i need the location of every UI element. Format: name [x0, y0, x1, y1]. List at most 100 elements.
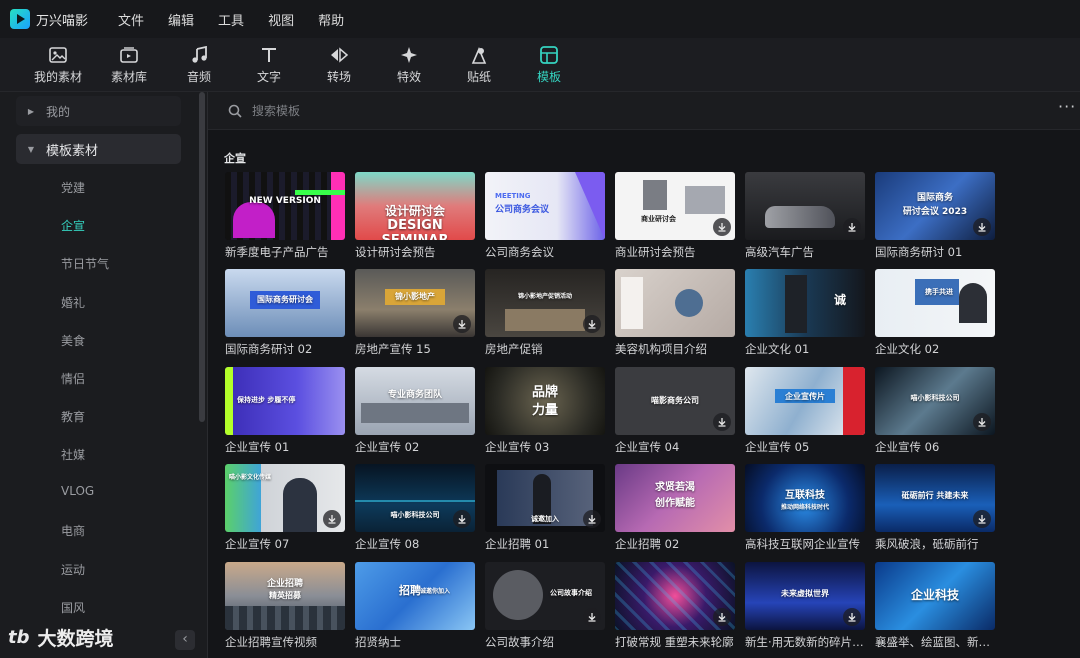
thumbnail-text: 企业科技	[910, 588, 959, 602]
sidebar-item-wedding[interactable]: 婚礼	[61, 294, 85, 311]
download-icon[interactable]	[583, 608, 601, 626]
image-icon	[48, 45, 68, 65]
sidebar-item-vlog[interactable]: VLOG	[61, 484, 94, 498]
sidebar-item-mine[interactable]: ▶ 我的	[16, 96, 181, 126]
sidebar-item-food[interactable]: 美食	[61, 332, 85, 349]
menu-tools[interactable]: 工具	[218, 10, 244, 29]
template-thumbnail: 专业商务团队	[355, 367, 475, 435]
thumbnail-text: 企业招聘	[266, 579, 303, 589]
section-title: 企宣	[224, 152, 246, 165]
download-icon[interactable]	[973, 413, 991, 431]
template-card[interactable]: 携手共进 企业文化 02	[875, 269, 995, 357]
tab-my-media-label: 我的素材	[33, 70, 82, 84]
download-icon[interactable]	[713, 413, 731, 431]
template-title: 国际商务研讨 01	[875, 245, 963, 259]
tab-my-media[interactable]: 我的素材	[22, 38, 94, 92]
template-card[interactable]: 求贤若渴 创作赋能 企业招聘 02	[615, 464, 735, 552]
template-title: 企业宣传 02	[355, 440, 420, 454]
collapse-sidebar-button[interactable]: ‹	[175, 630, 195, 650]
template-card[interactable]: 设计研讨会 DESIGN SEMINAR 设计研讨会预告	[355, 172, 475, 260]
template-thumbnail: 求贤若渴 创作赋能	[615, 464, 735, 532]
template-card[interactable]: 国际商务 研讨会议 2023 国际商务研讨 01	[875, 172, 995, 260]
thumbnail-text: 力量	[531, 403, 558, 418]
template-card[interactable]: 高级汽车广告	[745, 172, 865, 260]
template-card[interactable]: 喵影商务公司 企业宣传 04	[615, 367, 735, 455]
download-icon[interactable]	[843, 608, 861, 626]
menu-help[interactable]: 帮助	[318, 10, 344, 29]
thumbnail-text: 专业商务团队	[387, 390, 442, 400]
template-card[interactable]: 商业研讨会 商业研讨会预告	[615, 172, 735, 260]
sidebar-item-ecommerce[interactable]: 电商	[61, 522, 85, 539]
template-card[interactable]: 企业招聘 精英招募 企业招聘宣传视频	[225, 562, 345, 650]
template-thumbnail: 国际商务 研讨会议 2023	[875, 172, 995, 240]
template-card[interactable]: 企业宣传片 企业宣传 05	[745, 367, 865, 455]
menu-file[interactable]: 文件	[118, 10, 144, 29]
template-card[interactable]: 诚邀加入 企业招聘 01	[485, 464, 605, 552]
template-card[interactable]: 互联科技 推动网络科技时代 高科技互联网企业宣传	[745, 464, 865, 552]
thumbnail-text: DESIGN SEMINAR	[382, 218, 449, 240]
template-card[interactable]: NEW VERSION 新季度电子产品广告	[225, 172, 345, 260]
template-card[interactable]: 国际商务研讨会 国际商务研讨 02	[225, 269, 345, 357]
template-card[interactable]: 喵小影科技公司 企业宣传 08	[355, 464, 475, 552]
template-card[interactable]: 招聘 诚邀你加入 招贤纳士	[355, 562, 475, 650]
template-card[interactable]: 诚 企业文化 01	[745, 269, 865, 357]
download-icon[interactable]	[583, 315, 601, 333]
template-card[interactable]: 美容机构项目介绍	[615, 269, 735, 357]
template-thumbnail: 砥砺前行 共建未来	[875, 464, 995, 532]
download-icon[interactable]	[973, 218, 991, 236]
template-thumbnail: 喵小影科技公司	[875, 367, 995, 435]
thumbnail-text: 公司故事介绍	[550, 589, 592, 597]
template-card[interactable]: 喵小影科技公司 企业宣传 06	[875, 367, 995, 455]
template-card[interactable]: 公司故事介绍 公司故事介绍	[485, 562, 605, 650]
thumbnail-text: 未来虚拟世界	[781, 589, 829, 598]
menu-view[interactable]: 视图	[268, 10, 294, 29]
download-icon[interactable]	[713, 608, 731, 626]
template-card[interactable]: MEETING 公司商务会议 公司商务会议	[485, 172, 605, 260]
sidebar-group-templates[interactable]: ▼ 模板素材	[16, 134, 181, 164]
sidebar-item-party[interactable]: 党建	[61, 179, 85, 196]
thumbnail-text: 企业宣传片	[785, 392, 825, 401]
download-icon[interactable]	[843, 218, 861, 236]
template-card[interactable]: 品牌 力量 企业宣传 03	[485, 367, 605, 455]
search-input[interactable]	[252, 98, 752, 123]
sidebar-item-corporate[interactable]: 企宣	[61, 217, 85, 234]
download-icon[interactable]	[973, 510, 991, 528]
tab-sticker[interactable]: 贴纸	[444, 38, 514, 92]
template-card[interactable]: 专业商务团队 企业宣传 02	[355, 367, 475, 455]
category-sidebar: ▶ 我的 ▼ 模板素材 党建 企宣 节日节气 婚礼 美食 情侣 教育 社媒 VL…	[0, 92, 208, 658]
template-card[interactable]: 砥砺前行 共建未来 乘风破浪，砥砺前行	[875, 464, 995, 552]
sidebar-item-sports[interactable]: 运动	[61, 561, 85, 578]
sidebar-item-mine-label: 我的	[46, 104, 71, 119]
sidebar-item-guofeng[interactable]: 国风	[61, 599, 85, 616]
sidebar-scrollbar[interactable]	[199, 92, 205, 422]
sidebar-item-couple[interactable]: 情侣	[61, 370, 85, 387]
template-card[interactable]: 企业科技 襄盛举、绘蓝图、新…	[875, 562, 995, 650]
tab-effects[interactable]: 特效	[374, 38, 444, 92]
download-icon[interactable]	[453, 510, 471, 528]
template-card[interactable]: 未来虚拟世界 新生·用无数新的碎片…	[745, 562, 865, 650]
tab-text[interactable]: 文字	[234, 38, 304, 92]
download-icon[interactable]	[713, 218, 731, 236]
sidebar-item-festival[interactable]: 节日节气	[61, 255, 109, 272]
template-card[interactable]: 保持进步 步履不停 企业宣传 01	[225, 367, 345, 455]
template-card[interactable]: 打破常规 重塑未来轮廓	[615, 562, 735, 650]
template-title: 房地产促销	[485, 342, 543, 356]
download-icon[interactable]	[583, 510, 601, 528]
tab-audio[interactable]: 音频	[164, 38, 234, 92]
thumbnail-text: 保持进步 步履不停	[237, 396, 296, 404]
template-card[interactable]: 喵小影文化传媒 企业宣传 07	[225, 464, 345, 552]
tab-template[interactable]: 模板	[514, 38, 584, 92]
tab-library[interactable]: 素材库	[94, 38, 164, 92]
tab-text-label: 文字	[256, 70, 281, 84]
template-card[interactable]: 锦小影地产 房地产宣传 15	[355, 269, 475, 357]
sidebar-item-education[interactable]: 教育	[61, 408, 85, 425]
tab-transition[interactable]: 转场	[304, 38, 374, 92]
download-icon[interactable]	[453, 315, 471, 333]
more-options-icon[interactable]: ···	[1058, 99, 1075, 118]
menu-edit[interactable]: 编辑	[168, 10, 194, 29]
download-icon[interactable]	[323, 510, 341, 528]
sidebar-item-social[interactable]: 社媒	[61, 446, 85, 463]
template-card[interactable]: 锦小影地产促销活动 房地产促销	[485, 269, 605, 357]
template-thumbnail: 锦小影地产促销活动	[485, 269, 605, 337]
music-note-icon	[189, 45, 209, 65]
